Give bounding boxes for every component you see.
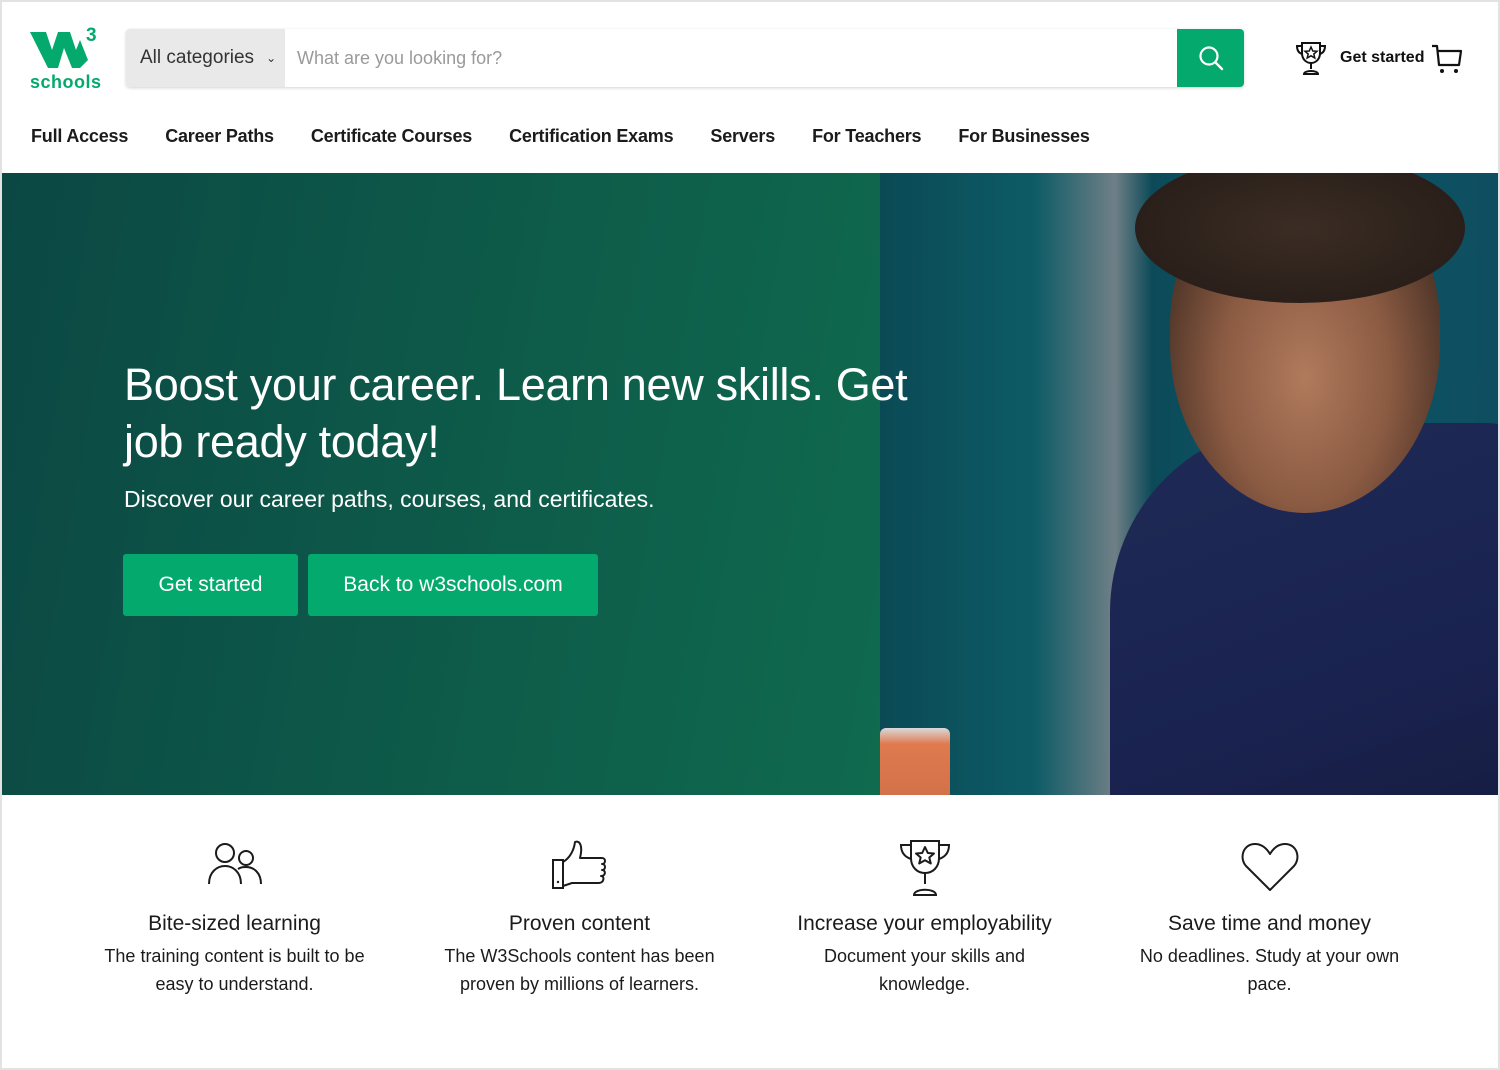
users-icon	[207, 843, 262, 885]
photo-laptop	[880, 728, 950, 795]
search-icon	[1198, 46, 1223, 71]
logo-wordmark: schools	[30, 72, 102, 92]
back-to-w3schools-button[interactable]: Back to w3schools.com	[308, 554, 598, 616]
header-actions: Get started	[1292, 38, 1464, 78]
nav-item-full-access[interactable]: Full Access	[31, 126, 128, 147]
nav-item-certification-exams[interactable]: Certification Exams	[509, 126, 673, 147]
search-bar: All categories ⌄	[126, 29, 1244, 87]
heart-icon	[1241, 843, 1298, 891]
nav-item-certificate-courses[interactable]: Certificate Courses	[311, 126, 472, 147]
hero-photo	[880, 173, 1498, 795]
feature-text: Document your skills and knowledge.	[823, 946, 1026, 994]
feature-item: Proven content The W3Schools content has…	[407, 838, 752, 998]
feature-title: Increase your employability	[797, 912, 1052, 935]
features-section: Bite-sized learning The training content…	[62, 838, 1442, 998]
category-select[interactable]: All categories ⌄	[126, 29, 285, 87]
hero-title: Boost your career. Learn new skills. Get…	[124, 359, 908, 467]
header: 3 schools All categories ⌄ Get started	[2, 2, 1498, 146]
feature-title: Bite-sized learning	[148, 912, 321, 935]
feature-text: The W3Schools content has been proven by…	[444, 946, 715, 994]
feature-text: The training content is built to be easy…	[104, 946, 365, 994]
feature-item: Increase your employability Document you…	[752, 838, 1097, 998]
feature-text: No deadlines. Study at your own pace.	[1139, 946, 1400, 994]
thumbs-up-icon	[551, 840, 606, 889]
trophy-icon[interactable]	[1292, 39, 1330, 77]
search-input[interactable]	[285, 29, 1177, 87]
nav-item-for-businesses[interactable]: For Businesses	[958, 126, 1089, 147]
trophy-icon	[899, 840, 950, 896]
hero-banner: Boost your career. Learn new skills. Get…	[2, 173, 1498, 795]
w3schools-logo[interactable]: 3 schools	[30, 25, 102, 94]
hero-green-panel	[2, 173, 880, 795]
feature-item: Bite-sized learning The training content…	[62, 838, 407, 998]
logo-superscript: 3	[86, 25, 97, 46]
cart-icon[interactable]	[1430, 41, 1464, 75]
hero-subtitle: Discover our career paths, courses, and …	[124, 486, 655, 512]
chevron-down-icon: ⌄	[266, 51, 277, 65]
category-select-value: All categories	[140, 47, 255, 68]
feature-title: Proven content	[508, 912, 651, 935]
nav-item-career-paths[interactable]: Career Paths	[165, 126, 274, 147]
get-started-button[interactable]: Get started	[123, 554, 298, 616]
search-button[interactable]	[1177, 29, 1244, 87]
main-nav: Full Access Career Paths Certificate Cou…	[31, 126, 1127, 147]
w3-logo-mark-icon	[30, 32, 88, 68]
get-started-link[interactable]: Get started	[1340, 49, 1424, 67]
nav-item-for-teachers[interactable]: For Teachers	[812, 126, 922, 147]
nav-item-servers[interactable]: Servers	[710, 126, 775, 147]
feature-item: Save time and money No deadlines. Study …	[1097, 838, 1442, 998]
feature-title: Save time and money	[1167, 912, 1372, 935]
